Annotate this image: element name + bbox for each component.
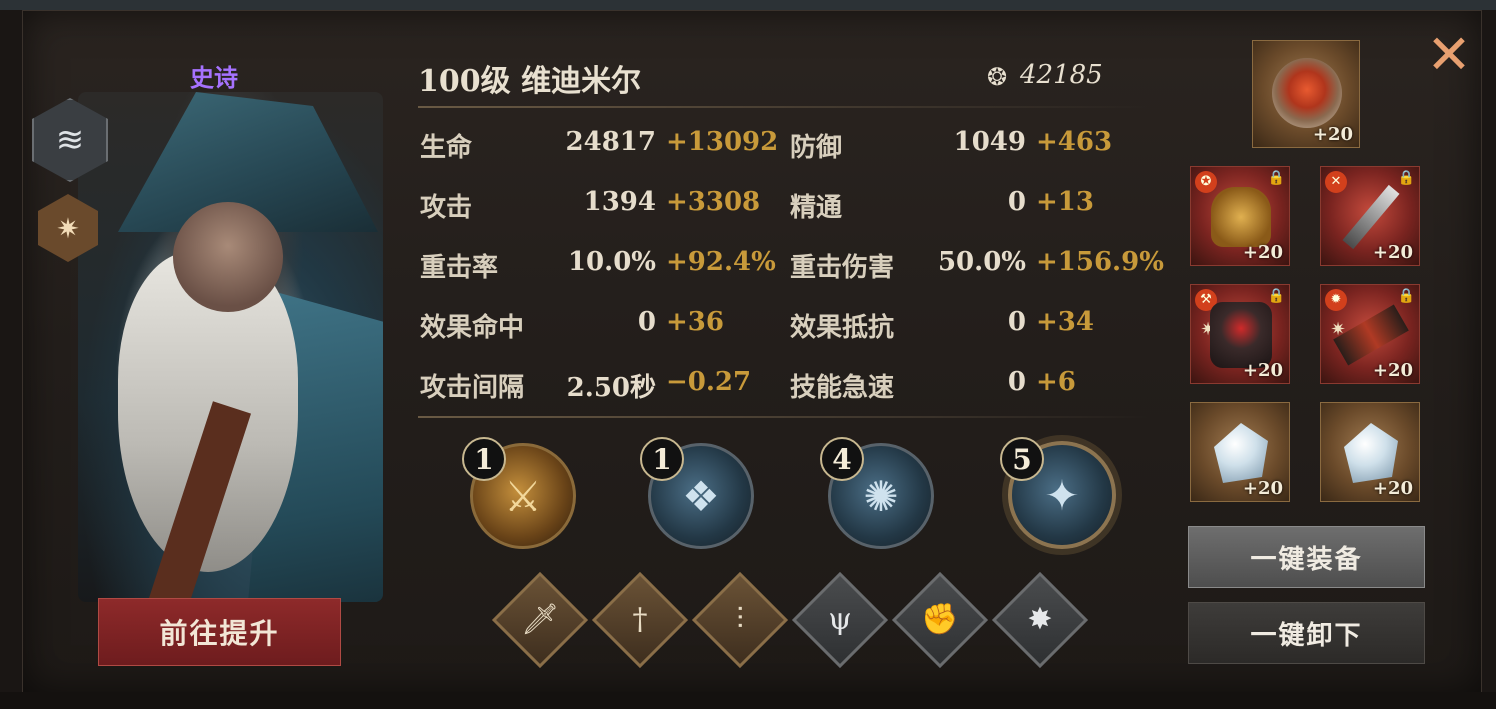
stat-label: 效果抵抗 bbox=[790, 313, 895, 343]
stat-label: 攻击 bbox=[420, 193, 473, 223]
pedestal-sword-icon: † bbox=[632, 602, 648, 637]
equip-slot-accessory[interactable]: +20 bbox=[1252, 40, 1360, 148]
stat-base: 50.0% bbox=[937, 247, 1026, 277]
stat-bonus: +6 bbox=[1036, 367, 1076, 397]
stat-bonus: +13 bbox=[1036, 187, 1094, 217]
equip-slot-crystal-2[interactable]: +20 bbox=[1320, 402, 1420, 502]
stat-label: 重击率 bbox=[420, 253, 499, 283]
eye-orb-icon bbox=[1269, 55, 1345, 131]
stat-bonus: +34 bbox=[1036, 307, 1094, 337]
equip-slot-helmet[interactable]: ✪ 🔒 +20 bbox=[1190, 166, 1290, 266]
stat-bonus: +3308 bbox=[666, 187, 761, 217]
upgrade-button[interactable]: 前往提升 bbox=[98, 598, 341, 666]
stats-divider bbox=[418, 416, 1148, 418]
fist-icon: ✊ bbox=[921, 602, 959, 637]
close-icon[interactable]: ✕ bbox=[1422, 28, 1476, 82]
unequip-all-button[interactable]: 一键卸下 bbox=[1188, 602, 1425, 664]
skill-level-badge: 1 bbox=[640, 437, 684, 481]
spikes-icon: ✸ bbox=[1027, 602, 1053, 637]
stat-label: 重击伤害 bbox=[790, 253, 895, 283]
equip-slot-weapon[interactable]: ✕ 🔒 +20 bbox=[1320, 166, 1420, 266]
shards-icon: ❖ bbox=[682, 471, 720, 521]
stat-base: 0 bbox=[1007, 367, 1026, 397]
equip-slot-armor[interactable]: ⚒ ✷ 🔒 +20 bbox=[1190, 284, 1290, 384]
top-strip bbox=[0, 0, 1496, 10]
burst-icon: ✺ bbox=[863, 471, 899, 521]
triple-sword-icon: ⫶ bbox=[736, 602, 744, 637]
stat-base: 10.0% bbox=[567, 247, 656, 277]
equip-level: +20 bbox=[1312, 124, 1353, 145]
equip-level: +20 bbox=[1372, 478, 1413, 499]
stat-label: 防御 bbox=[790, 133, 843, 163]
skill-level-badge: 5 bbox=[1000, 437, 1044, 481]
trident-icon: ψ bbox=[828, 602, 852, 637]
stat-bonus: +463 bbox=[1036, 127, 1113, 157]
stat-bonus: +156.9% bbox=[1036, 247, 1164, 277]
crossed-swords-icon: ⚔ bbox=[504, 471, 542, 521]
equip-slot-gloves[interactable]: ✹ ✷ 🔒 +20 bbox=[1320, 284, 1420, 384]
hero-title: 100级 维迪米尔 bbox=[418, 64, 642, 99]
stat-bonus: +36 bbox=[666, 307, 724, 337]
hero-portrait bbox=[78, 92, 383, 602]
sword-icon: 🗡 bbox=[520, 602, 560, 637]
equip-all-button[interactable]: 一键装备 bbox=[1188, 526, 1425, 588]
equip-slot-crystal-1[interactable]: +20 bbox=[1190, 402, 1290, 502]
stat-base: 1394 bbox=[583, 187, 656, 217]
stat-bonus: +13092 bbox=[666, 127, 779, 157]
stat-base: 2.50秒 bbox=[566, 373, 656, 403]
vortex-icon: ✦ bbox=[1044, 470, 1080, 520]
stat-label: 精通 bbox=[790, 193, 843, 223]
stat-base: 0 bbox=[637, 307, 656, 337]
bottom-strip bbox=[0, 692, 1496, 709]
stat-label: 攻击间隔 bbox=[420, 373, 525, 403]
combat-power: 42185 bbox=[1020, 60, 1103, 90]
stat-label: 效果命中 bbox=[420, 313, 525, 343]
skill-level-badge: 4 bbox=[820, 437, 864, 481]
stat-base: 0 bbox=[1007, 187, 1026, 217]
stat-base: 1049 bbox=[953, 127, 1026, 157]
rarity-label: 史诗 bbox=[190, 63, 238, 92]
stat-label: 技能急速 bbox=[790, 373, 895, 403]
equip-level: +20 bbox=[1242, 242, 1283, 263]
stat-base: 0 bbox=[1007, 307, 1026, 337]
stat-label: 生命 bbox=[420, 133, 473, 163]
stat-base: 24817 bbox=[565, 127, 656, 157]
equip-level: +20 bbox=[1242, 478, 1283, 499]
equip-level: +20 bbox=[1372, 242, 1413, 263]
equip-level: +20 bbox=[1372, 360, 1413, 381]
stat-bonus: −0.27 bbox=[666, 367, 752, 397]
stat-bonus: +92.4% bbox=[666, 247, 776, 277]
skill-level-badge: 1 bbox=[462, 437, 506, 481]
header-divider bbox=[418, 106, 1148, 108]
equip-level: +20 bbox=[1242, 360, 1283, 381]
power-icon: ❂ bbox=[986, 63, 1008, 91]
